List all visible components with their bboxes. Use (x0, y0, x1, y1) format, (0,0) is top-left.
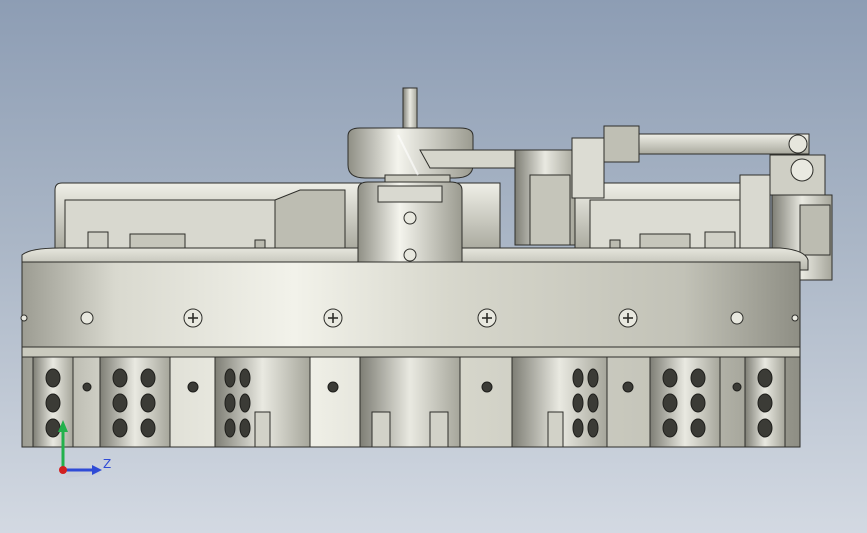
motor-hub (347, 87, 474, 188)
z-axis-label: Z (103, 457, 111, 471)
3d-viewport[interactable]: Z (0, 0, 867, 533)
cad-model-view[interactable]: Z (0, 0, 867, 533)
origin-dot (59, 466, 67, 474)
